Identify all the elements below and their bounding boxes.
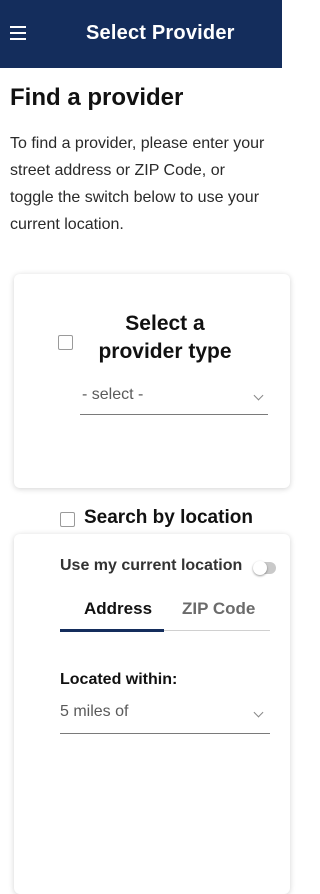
chevron-down-icon — [253, 390, 264, 401]
toggle-knob — [253, 561, 267, 575]
header-title: Select Provider — [86, 22, 235, 44]
provider-type-card — [14, 274, 290, 488]
main-content: Find a provider To find a provider, plea… — [0, 84, 282, 238]
location-checkbox[interactable] — [60, 512, 75, 527]
located-within-label: Located within: — [60, 671, 178, 688]
distance-select-value: 5 miles of — [60, 703, 129, 720]
provider-type-select-value: - select - — [82, 386, 144, 403]
location-title: Search by location — [84, 507, 253, 528]
use-current-location-label: Use my current location — [60, 557, 243, 574]
tab-zip-code[interactable]: ZIP Code — [182, 599, 255, 619]
distance-select[interactable]: 5 miles of — [60, 703, 270, 734]
provider-type-title: Select a provider type — [98, 312, 232, 363]
page-title: Find a provider — [10, 84, 184, 111]
active-tab-indicator — [60, 629, 164, 632]
hamburger-menu-icon[interactable] — [10, 26, 26, 40]
provider-type-select[interactable]: - select - — [80, 384, 268, 415]
chevron-down-icon — [253, 707, 264, 718]
tab-address[interactable]: Address — [84, 599, 152, 619]
intro-text: To find a provider, please enter your st… — [10, 135, 265, 233]
provider-type-checkbox[interactable] — [58, 335, 73, 350]
current-location-toggle[interactable] — [253, 561, 276, 575]
app-header: Select Provider — [0, 0, 282, 68]
